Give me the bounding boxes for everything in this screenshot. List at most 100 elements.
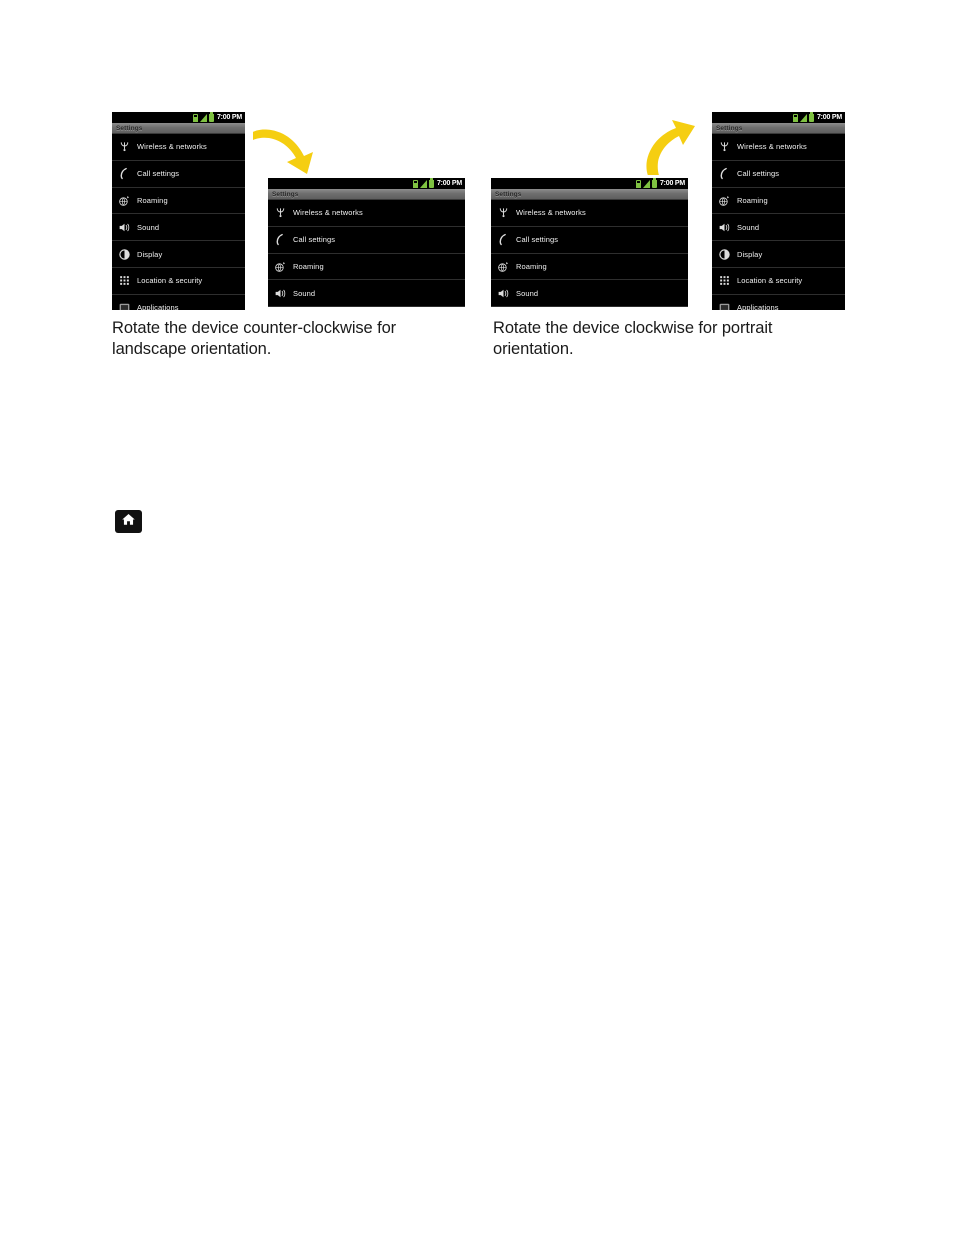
applications-icon [718,301,731,310]
status-bar-clock: 7:00 PM [216,114,242,121]
phone-handset-icon [118,167,131,180]
settings-row-call-settings[interactable]: Call settings [112,161,245,188]
home-button[interactable] [115,510,142,533]
settings-row-label: Call settings [516,235,559,245]
settings-row-label: Sound [137,222,160,232]
battery-icon [208,112,214,122]
settings-row-sound[interactable]: Sound [491,280,688,307]
status-bar-clock: 7:00 PM [436,180,462,187]
sd-card-icon [192,113,198,122]
settings-row-roaming[interactable]: Roaming [712,188,845,215]
settings-row-call-settings[interactable]: Call settings [712,161,845,188]
settings-list[interactable]: Wireless & networks Call settings Roamin… [112,134,245,310]
settings-row-call-settings[interactable]: Call settings [268,227,465,254]
status-icon-group [635,178,657,188]
phone-handset-icon [497,233,510,246]
settings-row-applications[interactable]: Applications [712,295,845,310]
settings-row-label: Sound [737,222,760,232]
battery-icon [428,178,434,188]
brightness-icon [718,248,731,261]
settings-row-label: Roaming [293,261,324,271]
status-bar: 7:00 PM [112,112,245,123]
signal-bars-icon [199,113,207,122]
globe-roaming-icon [718,194,731,207]
caption-rotate-counter-clockwise: Rotate the device counter-clockwise for … [112,319,397,358]
speaker-icon [718,221,731,234]
title-bar: Settings [712,123,845,134]
settings-row-display[interactable]: Display [712,241,845,268]
speaker-icon [497,287,510,300]
settings-row-label: Wireless & networks [516,208,586,218]
settings-row-wireless-networks[interactable]: Wireless & networks [268,200,465,227]
settings-row-location-security[interactable]: Location & security [112,268,245,295]
settings-row-label: Wireless & networks [293,208,363,218]
status-bar-clock: 7:00 PM [816,114,842,121]
title-bar: Settings [268,189,465,200]
globe-roaming-icon [118,194,131,207]
status-icon-group [192,112,214,122]
wifi-icon [118,140,131,153]
settings-row-sound[interactable]: Sound [268,280,465,307]
settings-row-sound[interactable]: Sound [112,214,245,242]
status-bar-clock: 7:00 PM [659,180,685,187]
signal-bars-icon [419,179,427,188]
page-title: Settings [495,190,522,198]
globe-roaming-icon [274,260,287,273]
settings-list[interactable]: Wireless & networks Call settings Roamin… [712,134,845,310]
settings-row-label: Applications [137,303,179,310]
page-title: Settings [116,124,143,132]
title-bar: Settings [491,189,688,200]
phone-handset-icon [274,233,287,246]
speaker-icon [118,221,131,234]
wifi-icon [718,140,731,153]
settings-row-wireless-networks[interactable]: Wireless & networks [491,200,688,227]
settings-row-applications[interactable]: Applications [112,295,245,310]
brightness-icon [118,248,131,261]
page-title: Settings [716,124,743,132]
settings-row-label: Wireless & networks [137,142,207,152]
settings-row-location-security[interactable]: Location & security [712,268,845,295]
settings-row-display[interactable]: Display [112,241,245,268]
wifi-icon [497,206,510,219]
speaker-icon [274,287,287,300]
settings-row-roaming[interactable]: Roaming [112,188,245,215]
sd-card-icon [635,179,641,188]
settings-row-label: Wireless & networks [737,142,807,152]
settings-screen-landscape-left[interactable]: 7:00 PM Settings Wireless & networks Cal… [268,178,465,307]
signal-bars-icon [799,113,807,122]
home-icon [121,512,136,532]
title-bar: Settings [112,123,245,134]
globe-roaming-icon [497,260,510,273]
settings-row-roaming[interactable]: Roaming [268,254,465,281]
curved-arrow-up-right-icon [643,120,713,178]
grid-dots-icon [718,274,731,287]
status-icon-group [412,178,434,188]
settings-screen-portrait-right[interactable]: 7:00 PM Settings Wireless & networks Cal… [712,112,845,310]
settings-list[interactable]: Wireless & networks Call settings Roamin… [268,200,465,307]
status-bar: 7:00 PM [712,112,845,123]
settings-screen-landscape-right[interactable]: 7:00 PM Settings Wireless & networks Cal… [491,178,688,307]
settings-row-label: Location & security [137,276,203,286]
settings-row-label: Call settings [293,235,336,245]
settings-row-label: Roaming [516,261,547,271]
settings-row-label: Sound [293,288,316,298]
settings-row-wireless-networks[interactable]: Wireless & networks [712,134,845,161]
settings-row-label: Location & security [737,276,803,286]
status-icon-group [792,112,814,122]
settings-row-label: Display [737,249,763,259]
wifi-icon [274,206,287,219]
battery-icon [651,178,657,188]
sd-card-icon [792,113,798,122]
settings-screen-portrait-left[interactable]: 7:00 PM Settings Wireless & networks Cal… [112,112,245,310]
phone-handset-icon [718,167,731,180]
status-bar: 7:00 PM [491,178,688,189]
settings-row-roaming[interactable]: Roaming [491,254,688,281]
settings-row-label: Call settings [137,169,180,179]
settings-row-wireless-networks[interactable]: Wireless & networks [112,134,245,161]
grid-dots-icon [118,274,131,287]
settings-row-label: Roaming [737,195,768,205]
settings-row-call-settings[interactable]: Call settings [491,227,688,254]
settings-list[interactable]: Wireless & networks Call settings Roamin… [491,200,688,307]
status-bar: 7:00 PM [268,178,465,189]
settings-row-sound[interactable]: Sound [712,214,845,242]
